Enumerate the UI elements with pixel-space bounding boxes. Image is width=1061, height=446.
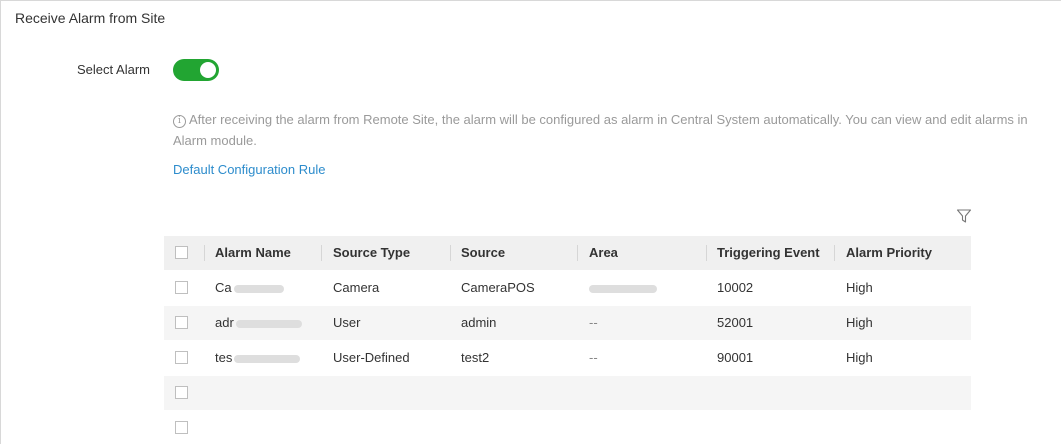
redacted-text	[235, 319, 302, 328]
section-title: Receive Alarm from Site	[15, 10, 166, 26]
column-divider	[706, 245, 707, 261]
redacted-text	[233, 284, 284, 293]
row-checkbox[interactable]	[175, 316, 188, 329]
table-row[interactable]	[164, 411, 971, 446]
column-divider	[450, 245, 451, 261]
alarm-table: Alarm Name Source Type Source Area Trigg…	[164, 236, 971, 446]
column-header-source-type[interactable]: Source Type	[333, 236, 450, 270]
info-message: i After receiving the alarm from Remote S…	[173, 109, 1061, 151]
source-type-cell: User-Defined	[333, 350, 410, 365]
row-checkbox[interactable]	[175, 281, 188, 294]
area-cell: --	[589, 315, 598, 330]
source-cell: CameraPOS	[461, 280, 535, 295]
alarm-name-cell: Ca	[215, 271, 320, 305]
triggering-event-cell: 10002	[717, 280, 754, 295]
info-circle-icon: i	[173, 115, 186, 128]
alarm-priority-cell: High	[846, 315, 873, 330]
row-checkbox[interactable]	[175, 351, 188, 364]
column-divider	[834, 245, 835, 261]
table-row[interactable]: adr User admin -- 52001 High	[164, 306, 971, 341]
table-row[interactable]: tes User-Defined test2 -- 90001 High	[164, 341, 971, 376]
source-type-cell: Camera	[333, 280, 380, 295]
column-header-alarm-name[interactable]: Alarm Name	[215, 236, 320, 270]
select-alarm-toggle[interactable]	[173, 59, 219, 81]
triggering-event-cell: 90001	[717, 350, 754, 365]
redacted-text	[234, 354, 301, 363]
table-row[interactable]	[164, 376, 971, 411]
row-checkbox[interactable]	[175, 421, 188, 434]
info-text-line1: After receiving the alarm from Remote Si…	[189, 112, 1028, 127]
column-header-source[interactable]: Source	[461, 236, 574, 270]
filter-icon[interactable]	[956, 208, 972, 224]
alarm-priority-cell: High	[846, 350, 873, 365]
row-checkbox[interactable]	[175, 386, 188, 399]
table-header-row: Alarm Name Source Type Source Area Trigg…	[164, 236, 971, 271]
column-divider	[577, 245, 578, 261]
select-alarm-label: Select Alarm	[77, 62, 150, 77]
triggering-event-cell: 52001	[717, 315, 754, 330]
table-row[interactable]: Ca Camera CameraPOS 10002 High	[164, 271, 971, 306]
alarm-priority-cell: High	[846, 280, 873, 295]
column-divider	[204, 245, 205, 261]
column-header-area[interactable]: Area	[589, 236, 707, 270]
toggle-knob	[200, 62, 216, 78]
select-all-checkbox[interactable]	[175, 246, 188, 259]
area-cell: --	[589, 350, 598, 365]
area-cell	[589, 271, 707, 305]
source-cell: test2	[461, 350, 490, 365]
redacted-text	[589, 284, 657, 293]
column-divider	[321, 245, 322, 261]
alarm-name-cell: tes	[215, 341, 320, 375]
default-configuration-rule-link[interactable]: Default Configuration Rule	[173, 162, 325, 177]
info-text-line2: Alarm module.	[173, 133, 257, 148]
column-header-triggering-event[interactable]: Triggering Event	[717, 236, 832, 270]
alarm-name-cell: adr	[215, 306, 320, 340]
column-header-alarm-priority[interactable]: Alarm Priority	[846, 236, 966, 270]
content-panel: Receive Alarm from Site Select Alarm i Af…	[0, 0, 1061, 446]
source-cell: admin	[461, 315, 497, 330]
source-type-cell: User	[333, 315, 361, 330]
